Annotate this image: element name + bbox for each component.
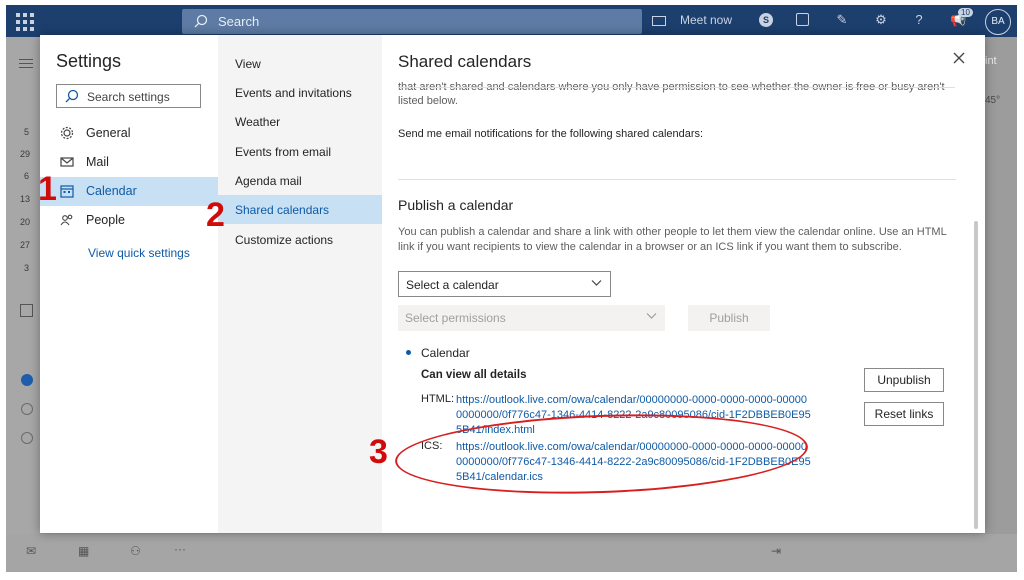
view-quick-settings-link[interactable]: View quick settings xyxy=(88,246,190,260)
step-3-annotation: 3 xyxy=(369,433,388,471)
subnav-label: Agenda mail xyxy=(235,174,302,188)
gear-icon[interactable]: ⚙ xyxy=(874,13,888,27)
background-label: int xyxy=(985,55,997,67)
subnav-customize-actions[interactable]: Customize actions xyxy=(218,225,382,254)
search-icon xyxy=(194,14,208,28)
more-icon: ··· xyxy=(174,542,186,556)
select-calendar-dropdown[interactable]: Select a calendar xyxy=(398,271,611,297)
search-box[interactable]: Search xyxy=(182,9,642,34)
date-label: 3 xyxy=(24,263,30,273)
mail-icon: ✉ xyxy=(26,544,37,558)
meet-now-button[interactable]: Meet now xyxy=(652,13,732,27)
chevron-down-icon xyxy=(591,280,602,286)
select-permissions-dropdown[interactable]: Select permissions xyxy=(398,305,665,331)
date-label: 13 xyxy=(20,194,31,204)
nav-mail[interactable]: Mail xyxy=(40,148,218,177)
nav-general[interactable]: General xyxy=(40,119,218,148)
office-icon[interactable] xyxy=(796,13,809,26)
subnav-label: Events from email xyxy=(235,145,332,159)
subnav-agenda-mail[interactable]: Agenda mail xyxy=(218,166,382,195)
gear-icon xyxy=(60,126,74,140)
calendar-icon: ▦ xyxy=(78,544,90,558)
published-calendar-name: Calendar xyxy=(421,346,470,360)
app-launcher-icon[interactable] xyxy=(16,13,34,31)
search-placeholder: Search xyxy=(218,14,260,29)
date-label: 27 xyxy=(20,240,31,250)
step-2-annotation: 2 xyxy=(206,196,225,234)
notification-text: Send me email notifications for the foll… xyxy=(398,128,704,140)
reset-links-button[interactable]: Reset links xyxy=(864,402,944,426)
unpublish-button[interactable]: Unpublish xyxy=(864,368,944,392)
meet-now-label: Meet now xyxy=(680,13,733,27)
checkbox-icon xyxy=(21,403,33,415)
permission-level: Can view all details xyxy=(421,369,527,381)
subnav-label: View xyxy=(235,57,261,71)
nav-label: People xyxy=(86,213,125,227)
background-left-rail: 5 29 6 13 20 27 3 xyxy=(6,37,40,572)
date-label: 5 xyxy=(24,127,30,137)
nav-label: General xyxy=(86,126,131,140)
subnav-events-and-invitations[interactable]: Events and invitations xyxy=(218,78,382,107)
scrollbar[interactable] xyxy=(974,221,978,529)
todo-icon[interactable]: ✎ xyxy=(835,13,849,27)
page-title: Shared calendars xyxy=(398,52,532,71)
settings-search-placeholder: Search settings xyxy=(87,90,170,104)
calendar-icon xyxy=(60,185,74,198)
step-1-annotation: 1 xyxy=(38,170,57,208)
section-divider xyxy=(398,179,956,180)
people-icon: ⚇ xyxy=(130,544,141,558)
date-label: 29 xyxy=(20,149,31,159)
add-calendar-icon xyxy=(20,304,33,317)
subnav-label: Customize actions xyxy=(235,233,334,247)
subnav-weather[interactable]: Weather xyxy=(218,107,382,136)
subnav-events-from-email[interactable]: Events from email xyxy=(218,137,382,166)
subnav-label: Shared calendars xyxy=(235,203,330,217)
header-divider xyxy=(398,87,955,88)
settings-nav: Settings Search settings General Mail Ca… xyxy=(40,35,218,533)
settings-search-input[interactable]: Search settings xyxy=(56,84,201,108)
date-label: 20 xyxy=(20,217,31,227)
notification-badge: 10 xyxy=(958,8,973,17)
checkbox-icon xyxy=(21,432,33,444)
video-icon xyxy=(652,15,666,26)
top-bar: Search Meet now S ✎ ⚙ ? 📢 10 BA xyxy=(6,5,1017,37)
avatar[interactable]: BA xyxy=(985,9,1011,35)
background-weather: 45° xyxy=(985,95,1001,106)
mail-icon xyxy=(60,157,74,167)
html-label: HTML: xyxy=(421,393,454,405)
nav-label: Calendar xyxy=(86,184,137,198)
settings-title: Settings xyxy=(56,51,122,71)
nav-label: Mail xyxy=(86,155,109,169)
subnav-label: Events and invitations xyxy=(235,86,352,100)
skype-icon[interactable]: S xyxy=(759,13,773,27)
subnav-shared-calendars[interactable]: Shared calendars xyxy=(218,195,382,224)
close-icon[interactable] xyxy=(950,49,968,67)
subnav-label: Weather xyxy=(235,115,281,129)
background-bottom-bar: ✉ ▦ ⚇ ··· ⇥ xyxy=(6,534,1017,572)
calendar-nav-icon: ⇥ xyxy=(771,544,782,558)
subnav-view[interactable]: View xyxy=(218,49,382,78)
publish-button[interactable]: Publish xyxy=(688,305,770,331)
shared-info-text: that aren't shared and calendars where y… xyxy=(398,81,945,107)
search-icon xyxy=(65,89,79,103)
people-icon xyxy=(60,214,73,226)
help-icon[interactable]: ? xyxy=(912,13,926,27)
select-permissions-value: Select permissions xyxy=(405,311,506,325)
calendar-subnav: View Events and invitations Weather Even… xyxy=(218,35,382,533)
bullet-icon xyxy=(406,350,411,355)
hamburger-icon xyxy=(19,59,33,60)
publish-heading: Publish a calendar xyxy=(398,197,514,213)
nav-people[interactable]: People xyxy=(40,206,218,235)
publish-description: You can publish a calendar and share a l… xyxy=(398,226,947,253)
nav-calendar[interactable]: Calendar xyxy=(40,177,218,206)
select-calendar-value: Select a calendar xyxy=(406,278,499,292)
checkbox-icon xyxy=(21,374,33,386)
chevron-down-icon xyxy=(646,313,657,319)
date-label: 6 xyxy=(24,171,30,181)
